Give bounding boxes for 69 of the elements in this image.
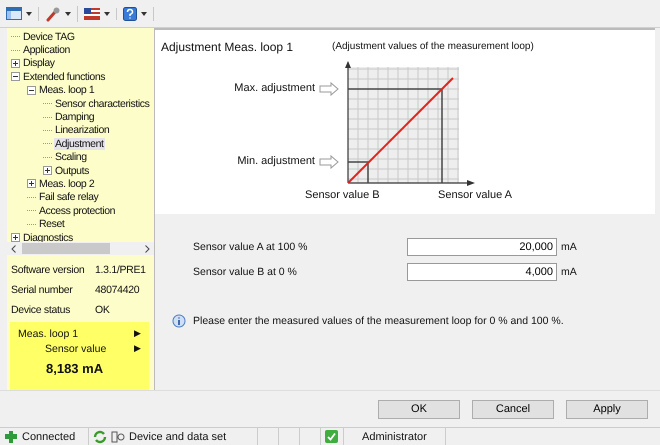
info-label: Software version bbox=[11, 264, 86, 276]
caret-icon[interactable] bbox=[104, 12, 110, 16]
status-text: Connected bbox=[22, 430, 76, 442]
devices-icon bbox=[111, 430, 125, 442]
scroll-right-icon[interactable] bbox=[145, 244, 150, 253]
axis-label: Sensor value B bbox=[305, 189, 380, 201]
tree-item[interactable]: Application bbox=[22, 44, 71, 56]
arrow-icon[interactable]: ▶ bbox=[134, 328, 141, 343]
tree-item[interactable]: Access protection bbox=[38, 204, 116, 217]
unit-label: mA bbox=[561, 266, 577, 278]
tree-item[interactable]: Sensor characteristics bbox=[54, 98, 150, 110]
tree-item[interactable]: Extended functions bbox=[22, 70, 106, 83]
expander-icon[interactable] bbox=[11, 58, 20, 68]
tree-item[interactable]: Damping bbox=[54, 111, 96, 124]
expander-icon[interactable] bbox=[43, 166, 52, 176]
info-label: Serial number bbox=[11, 284, 74, 296]
expander-icon[interactable] bbox=[27, 179, 36, 188]
arrow-icon bbox=[320, 154, 339, 170]
wrench-icon[interactable] bbox=[45, 6, 61, 22]
dialog-button[interactable]: OK bbox=[378, 400, 460, 418]
expander-icon[interactable] bbox=[11, 72, 20, 82]
tree-item[interactable]: Linearization bbox=[54, 124, 110, 136]
measure-label[interactable]: Sensor value bbox=[45, 343, 106, 358]
tree-item[interactable]: Scaling bbox=[54, 151, 88, 164]
flag-icon[interactable] bbox=[84, 8, 100, 20]
input-field[interactable]: 4,000 bbox=[407, 262, 557, 280]
tree-item[interactable]: Outputs bbox=[54, 164, 90, 177]
tree-item[interactable]: Reset bbox=[38, 218, 66, 230]
info-icon bbox=[172, 314, 186, 328]
horizontal-scrollbar[interactable] bbox=[7, 242, 154, 255]
checkmark-icon bbox=[325, 430, 338, 443]
measured-value: 8,183 mA bbox=[45, 361, 104, 376]
dialog-button[interactable]: Cancel bbox=[472, 400, 554, 418]
info-value: 1.3.1/PRE1 bbox=[95, 264, 146, 276]
unit-label: mA bbox=[561, 240, 577, 252]
tree-item[interactable]: Adjustment bbox=[54, 138, 105, 150]
info-value: 48074420 bbox=[95, 284, 140, 296]
expander-icon[interactable] bbox=[27, 86, 36, 95]
tree-item[interactable]: Meas. loop 1 bbox=[38, 84, 96, 96]
expander-icon[interactable] bbox=[11, 233, 20, 242]
field-label: Sensor value A at 100 % bbox=[193, 240, 308, 252]
page-subtitle: (Adjustment values of the measurement loop) bbox=[332, 41, 534, 52]
scroll-left-icon[interactable] bbox=[11, 244, 16, 253]
status-text: Device and data set bbox=[129, 430, 226, 442]
caret-icon[interactable] bbox=[141, 12, 147, 16]
arrow-icon[interactable]: ▶ bbox=[134, 343, 141, 358]
axis-label: Min. adjustment bbox=[237, 155, 315, 167]
info-message: Please enter the measured values of the measurement loop for 0 % and 100 %. bbox=[193, 315, 564, 327]
status-text: Administrator bbox=[362, 430, 427, 442]
tree-item[interactable]: Fail safe relay bbox=[38, 191, 100, 204]
axis-label: Sensor value A bbox=[438, 189, 512, 201]
refresh-icon[interactable] bbox=[93, 430, 107, 444]
arrow-icon bbox=[320, 82, 339, 96]
caret-icon[interactable] bbox=[65, 12, 71, 16]
help-icon[interactable] bbox=[123, 6, 137, 20]
dialog-button[interactable]: Apply bbox=[566, 400, 648, 418]
tree-item[interactable]: Meas. loop 2 bbox=[38, 178, 96, 190]
window-icon[interactable] bbox=[6, 6, 22, 20]
tree-item[interactable]: Display bbox=[22, 57, 56, 70]
axis-label: Max. adjustment bbox=[234, 82, 315, 94]
info-value: OK bbox=[95, 304, 110, 316]
caret-icon[interactable] bbox=[26, 12, 32, 16]
input-field[interactable]: 20,000 bbox=[407, 238, 557, 256]
tree-item[interactable]: Device TAG bbox=[22, 30, 76, 43]
loop-label[interactable]: Meas. loop 1 bbox=[18, 328, 78, 343]
connection-icon bbox=[4, 430, 18, 442]
page-title: Adjustment Meas. loop 1 bbox=[161, 40, 294, 54]
info-label: Device status bbox=[11, 304, 72, 316]
field-label: Sensor value B at 0 % bbox=[193, 266, 298, 278]
